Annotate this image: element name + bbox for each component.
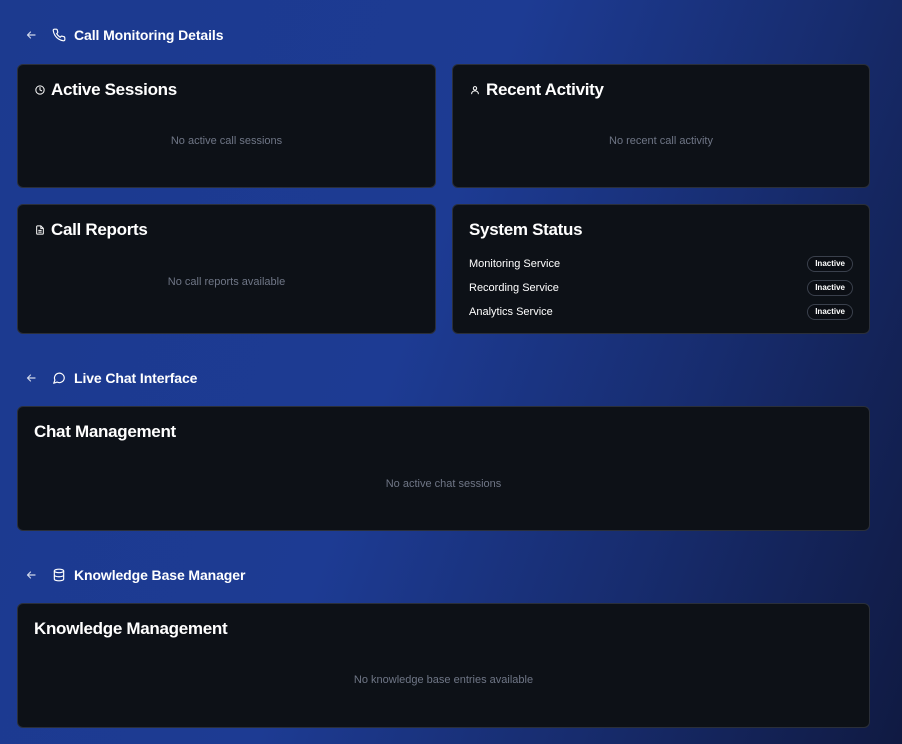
phone-icon bbox=[51, 27, 67, 43]
empty-state-text: No call reports available bbox=[167, 276, 286, 288]
status-badge: Inactive bbox=[807, 280, 853, 296]
arrow-left-icon[interactable] bbox=[24, 568, 38, 582]
user-icon bbox=[469, 84, 481, 96]
file-text-icon bbox=[34, 224, 46, 236]
knowledge-base-header: Knowledge Base Manager bbox=[24, 565, 245, 585]
service-status-row: Analytics Service Inactive bbox=[469, 300, 853, 324]
system-status-card: System Status Monitoring Service Inactiv… bbox=[452, 204, 870, 334]
card-title-text: Active Sessions bbox=[51, 80, 177, 99]
service-status-row: Recording Service Inactive bbox=[469, 276, 853, 300]
arrow-left-icon[interactable] bbox=[24, 28, 38, 42]
database-icon bbox=[51, 567, 67, 583]
knowledge-management-card: Knowledge Management No knowledge base e… bbox=[17, 603, 870, 728]
live-chat-header: Live Chat Interface bbox=[24, 368, 197, 388]
active-sessions-card: Active Sessions No active call sessions bbox=[17, 64, 436, 188]
call-reports-card: Call Reports No call reports available bbox=[17, 204, 436, 334]
message-circle-icon bbox=[51, 370, 67, 386]
section-title: Call Monitoring Details bbox=[74, 27, 224, 43]
card-title-text: Call Reports bbox=[51, 220, 148, 239]
recent-activity-card: Recent Activity No recent call activity bbox=[452, 64, 870, 188]
status-badge: Inactive bbox=[807, 256, 853, 272]
empty-state-text: No knowledge base entries available bbox=[353, 674, 534, 686]
card-title-text: Knowledge Management bbox=[34, 619, 228, 638]
service-status-list: Monitoring Service Inactive Recording Se… bbox=[469, 252, 853, 324]
card-title-text: Chat Management bbox=[34, 422, 176, 441]
call-monitoring-header: Call Monitoring Details bbox=[24, 25, 223, 45]
arrow-left-icon[interactable] bbox=[24, 371, 38, 385]
service-name: Analytics Service bbox=[469, 306, 553, 318]
service-name: Monitoring Service bbox=[469, 258, 561, 270]
card-title-text: Recent Activity bbox=[486, 80, 604, 99]
status-badge: Inactive bbox=[807, 304, 853, 320]
card-title: Recent Activity bbox=[469, 80, 604, 100]
card-title: Call Reports bbox=[34, 220, 148, 240]
chat-management-card: Chat Management No active chat sessions bbox=[17, 406, 870, 531]
section-title: Live Chat Interface bbox=[74, 370, 198, 386]
service-status-row: Monitoring Service Inactive bbox=[469, 252, 853, 276]
empty-state-text: No active chat sessions bbox=[385, 478, 502, 490]
card-title-text: System Status bbox=[469, 220, 583, 239]
empty-state-text: No active call sessions bbox=[170, 135, 283, 147]
service-name: Recording Service bbox=[469, 282, 559, 294]
empty-state-text: No recent call activity bbox=[609, 135, 713, 147]
card-title: System Status bbox=[469, 220, 583, 240]
card-title: Chat Management bbox=[34, 422, 176, 442]
card-title: Knowledge Management bbox=[34, 619, 228, 639]
card-title: Active Sessions bbox=[34, 80, 177, 100]
section-title: Knowledge Base Manager bbox=[74, 567, 246, 583]
clock-icon bbox=[34, 84, 46, 96]
